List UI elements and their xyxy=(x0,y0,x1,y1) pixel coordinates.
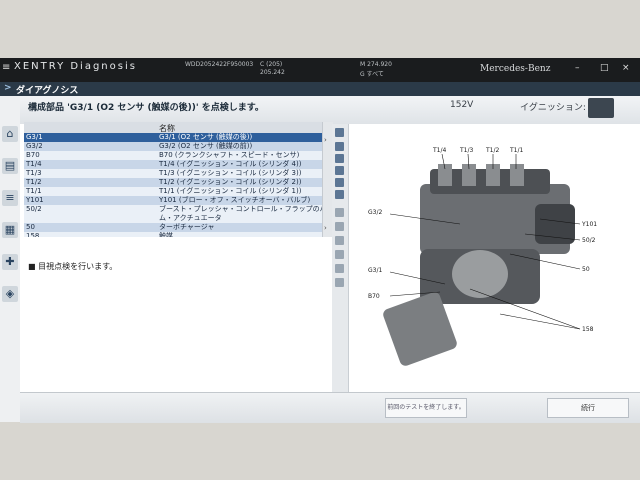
label-158: 158 xyxy=(582,326,594,333)
model-code: 205.242 xyxy=(260,69,285,76)
engine-diagram: T1/4 T1/3 T1/2 T1/1 G3/2 Y101 50/2 G3/1 … xyxy=(350,124,635,392)
engine-illustration: T1/4 T1/3 T1/2 T1/1 G3/2 Y101 50/2 G3/1 … xyxy=(368,147,597,366)
table-row[interactable]: B70 B70 (クランクシャフト・スピード・センサ) xyxy=(24,151,324,160)
table-row[interactable]: T1/4 T1/4 (イグニッション・コイル (シリンダ 4)) xyxy=(24,160,324,169)
footer-bar: 前回のテストを終了します。 続行 xyxy=(20,392,640,423)
tool-icon[interactable] xyxy=(335,222,344,231)
tool-icon[interactable] xyxy=(335,250,344,259)
continue-button[interactable]: 続行 xyxy=(547,398,629,418)
label-t11: T1/1 xyxy=(509,147,524,154)
instruction-text: 構成部品 'G3/1 (O2 センサ (触媒の後))' を点検します。 xyxy=(28,103,264,113)
vehicle-code: C (205) xyxy=(260,61,283,68)
page-title: ダイアグノシス xyxy=(16,86,79,96)
zoom-out-icon[interactable] xyxy=(335,154,344,163)
sidebar: ⌂ ▤ ≡ ▦ ✚ ◈ xyxy=(0,96,20,422)
timing-cover xyxy=(535,204,575,244)
table-header: 名称 xyxy=(24,122,324,133)
main-panel: 構成部品 'G3/1 (O2 センサ (触媒の後))' を点検します。 152V… xyxy=(20,96,640,423)
device-icon[interactable] xyxy=(588,98,614,118)
breadcrumb-arrow-icon[interactable]: > xyxy=(4,83,12,93)
ignition-coil-4 xyxy=(510,164,524,186)
label-t13: T1/3 xyxy=(459,147,474,154)
voltage-readout: 152V xyxy=(450,100,474,110)
select-tool-icon[interactable] xyxy=(335,128,344,137)
grid-icon[interactable]: ▦ xyxy=(2,222,18,238)
tool-icon[interactable] xyxy=(335,208,344,217)
fit-icon[interactable] xyxy=(335,178,344,187)
label-502: 50/2 xyxy=(582,237,596,244)
scroll-right-icon[interactable]: › xyxy=(324,224,327,232)
close-icon[interactable]: × xyxy=(622,63,630,73)
end-previous-test-button[interactable]: 前回のテストを終了します。 xyxy=(385,398,467,418)
menu-icon[interactable]: ≡ xyxy=(2,62,10,73)
label-g31: G3/1 xyxy=(368,267,382,274)
label-g32: G3/2 xyxy=(368,209,382,216)
label-y101: Y101 xyxy=(581,221,597,228)
table-row[interactable]: T1/3 T1/3 (イグニッション・コイル (シリンダ 3)) xyxy=(24,169,324,178)
table-row[interactable]: T1/1 T1/1 (イグニッション・コイル (シリンダ 1)) xyxy=(24,187,324,196)
tool-icon[interactable] xyxy=(335,236,344,245)
table-row[interactable]: 50 ターボチャージャ xyxy=(24,223,324,232)
tool-icon[interactable] xyxy=(335,278,344,287)
ignition-coil-1 xyxy=(438,164,452,186)
pan-icon[interactable] xyxy=(335,166,344,175)
document-icon[interactable]: ▤ xyxy=(2,158,18,174)
instruction-header: 構成部品 'G3/1 (O2 センサ (触媒の後))' を点検します。 152V… xyxy=(20,96,640,124)
label-t14: T1/4 xyxy=(432,147,447,154)
label-b70: B70 xyxy=(368,293,380,300)
title-bar: ≡ XENTRY Diagnosis WDD2052422F950003 C (… xyxy=(0,58,640,82)
app-title: XENTRY Diagnosis xyxy=(14,61,137,72)
tool-icon[interactable] xyxy=(335,264,344,273)
wrench-icon[interactable]: ✚ xyxy=(2,254,18,270)
vehicle-icon[interactable]: ◈ xyxy=(2,286,18,302)
vin-number: WDD2052422F950003 xyxy=(185,61,254,68)
component-table: 名称 G3/1 G3/1 (O2 センサ (触媒の後)) G3/2 G3/2 (O2… xyxy=(24,122,348,240)
label-t12: T1/2 xyxy=(485,147,500,154)
breadcrumb: > ダイアグノシス xyxy=(0,82,640,96)
brand-logo: Mercedes-Benz xyxy=(480,64,551,74)
zoom-in-icon[interactable] xyxy=(335,142,344,151)
turbocharger xyxy=(452,250,508,298)
maximize-icon[interactable]: □ xyxy=(600,63,609,73)
table-row[interactable]: ム・アクチュエータ xyxy=(24,214,324,223)
instruction-message: ■ 目視点検を行います。 xyxy=(28,262,118,271)
table-row[interactable]: Y101 Y101 (ブロー・オフ・スイッチオーバ・バルブ) xyxy=(24,196,324,205)
transmission-code: G すべて xyxy=(360,71,384,78)
minimize-icon[interactable]: – xyxy=(575,63,580,73)
table-row[interactable]: G3/1 G3/1 (O2 センサ (触媒の後)) xyxy=(24,133,324,142)
home-icon[interactable]: ⌂ xyxy=(2,126,18,142)
diagram-toolbar xyxy=(332,124,349,392)
table-row[interactable]: G3/2 G3/2 (O2 センサ (触媒の前)) xyxy=(24,142,324,151)
table-row[interactable]: T1/2 T1/2 (イグニッション・コイル (シリンダ 2)) xyxy=(24,178,324,187)
scroll-right-icon[interactable]: › xyxy=(324,136,327,144)
label-50: 50 xyxy=(582,266,590,273)
list-icon[interactable]: ≡ xyxy=(2,190,18,206)
engine-code: M 274.920 xyxy=(360,61,392,68)
print-icon[interactable] xyxy=(335,190,344,199)
table-row[interactable]: 50/2 ブースト・プレッシャ・コントロール・フラップのバキュー xyxy=(24,205,348,214)
